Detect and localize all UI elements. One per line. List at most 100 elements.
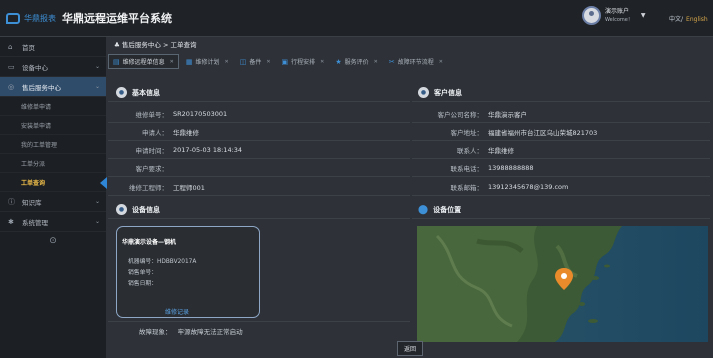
tab-label: 行程安排 [291, 59, 316, 66]
gear-icon: ✱ [8, 217, 14, 226]
field-value: 牢源故障无法正常启动 [177, 328, 243, 336]
device-line-sales-no: 销售单号： [128, 267, 157, 276]
tools-icon: ✂ [388, 57, 395, 66]
app-title: 华鼎远程运维平台系统 [62, 12, 172, 25]
basic-row-customer-request: 客户要求： [108, 159, 173, 176]
home-icon: ♣ [114, 41, 122, 49]
tab-label: 备件 [249, 59, 262, 66]
device-line-serial: 机器编号：HDBBV2017A [128, 256, 196, 265]
tab-itinerary[interactable]: ▣ 行程安排 ✕ [278, 54, 329, 69]
field-value: 工程师001 [173, 183, 205, 192]
device-line-sales-date: 销售日期： [128, 278, 157, 287]
language-switch[interactable]: 中文/English [669, 14, 708, 23]
field-value: HDBBV2017A [157, 259, 197, 265]
tab-repair-plan[interactable]: ▦ 维修计划 ✕ [182, 54, 233, 69]
tab-label: 故障环节流程 [397, 59, 434, 66]
close-icon[interactable]: ✕ [170, 59, 174, 65]
sidebar-item-system[interactable]: ✱ 系统管理 ⌄ [0, 212, 106, 232]
device-icon: ● [116, 204, 127, 215]
divider [108, 321, 410, 322]
avatar[interactable] [582, 6, 601, 25]
divider [108, 176, 410, 177]
field-value: SR20170503001 [173, 109, 228, 118]
fault-row: 故障现象： 牢源故障无法正常启动 [139, 326, 243, 336]
location-map[interactable] [417, 226, 708, 342]
field-label: 故障现象： [139, 328, 172, 336]
device-card-title: 华鼎演示设备—钢机 [122, 239, 177, 246]
close-icon[interactable]: ✕ [266, 59, 270, 65]
back-button[interactable]: 返回 [397, 341, 423, 356]
field-value: 华鼎演示客户 [488, 110, 527, 119]
sidebar-subitem-install-request[interactable]: 安装单申请 [0, 116, 106, 135]
tab-fault-flow[interactable]: ✂ 故障环节流程 ✕ [385, 54, 447, 69]
tab-bar: ▤ 维修远程单信息 ✕ ▦ 维修计划 ✕ ◫ 备件 ✕ ▣ 行程安排 ✕ ★ 服… [108, 54, 447, 69]
divider [108, 195, 410, 196]
satellite-map [417, 226, 708, 342]
field-label: 客户要求： [135, 164, 169, 173]
customer-row-phone: 联系电话： 13988888888 [412, 159, 534, 176]
tab-repair-info[interactable]: ▤ 维修远程单信息 ✕ [108, 54, 179, 69]
field-label: 维修单号： [135, 110, 169, 119]
basic-row-apply-time: 申请时间： 2017-05-03 18:14:34 [108, 141, 243, 158]
field-label: 联系人： [457, 146, 483, 155]
sidebar-item-after-sales[interactable]: ◎ 售后服务中心 ⌄ [0, 77, 106, 97]
close-icon[interactable]: ✕ [224, 59, 228, 65]
home-icon: ⌂ [8, 42, 13, 51]
sidebar-item-label: 设备中心 [22, 63, 48, 72]
customer-row-address: 客户地址： 福建省福州市台江区乌山荣城821703 [412, 123, 598, 140]
divider [412, 101, 710, 102]
info-icon: ⓘ [8, 197, 15, 206]
chevron-down-icon: ⌄ [94, 198, 100, 205]
sidebar-subitem-order-query[interactable]: 工单查询 [0, 173, 107, 192]
logo-subtitle: 华鼎报表 [24, 13, 56, 23]
field-value: 13988888888 [488, 163, 534, 172]
calendar-icon: ▦ [185, 57, 193, 66]
sidebar-item-device-center[interactable]: ▭ 设备中心 ⌄ [0, 57, 106, 77]
info-icon: ● [116, 87, 127, 98]
star-icon: ★ [335, 57, 342, 66]
device-card: 华鼎演示设备—钢机 机器编号：HDBBV2017A 销售单号： 销售日期： 维修… [116, 226, 260, 318]
monitor-icon: ▭ [8, 62, 15, 71]
chevron-down-icon: ⌄ [94, 218, 100, 225]
sidebar-item-home[interactable]: ⌂ 首页 [0, 37, 106, 57]
document-icon: ▤ [113, 57, 120, 66]
field-label: 销售日期： [128, 281, 157, 287]
sidebar-item-label: 系统管理 [22, 218, 48, 227]
device-info-title: 设备信息 [132, 205, 160, 214]
field-label: 联系邮箱： [450, 183, 484, 192]
sidebar-subitem-dispatch[interactable]: 工单分派 [0, 154, 106, 173]
close-icon[interactable]: ✕ [374, 59, 378, 65]
breadcrumb: ♣ 售后服务中心 > 工单查询 [114, 39, 197, 49]
sidebar-subitem-my-orders[interactable]: 我的工单管理 [0, 135, 106, 154]
caret-down-icon[interactable]: ▼ [641, 12, 646, 19]
user-welcome: Welcome！ [605, 16, 633, 23]
device-info-header: ● 设备信息 [116, 201, 160, 218]
top-bar: 华鼎报表 华鼎远程运维平台系统 演示账户 Welcome！ ▼ 中文/Engli… [0, 0, 713, 37]
parts-icon: ◫ [239, 57, 247, 66]
sidebar-item-knowledge[interactable]: ⓘ 知识库 ⌄ [0, 192, 106, 212]
lang-en-link[interactable]: English [686, 16, 708, 23]
field-value: 华鼎维修 [173, 128, 199, 137]
tab-service-rating[interactable]: ★ 服务评价 ✕ [331, 54, 382, 69]
repair-record-link[interactable]: 维修记录 [165, 307, 189, 316]
field-label: 申请人： [142, 128, 168, 137]
sidebar-collapse-button[interactable]: ⊙ [0, 232, 106, 250]
close-icon[interactable]: ✕ [439, 59, 443, 65]
customer-row-email: 联系邮箱： 13912345678@139.com [412, 178, 569, 195]
field-value: 华鼎维修 [488, 146, 514, 155]
tab-spare-parts[interactable]: ◫ 备件 ✕ [236, 54, 275, 69]
globe-icon: ◎ [8, 82, 15, 91]
customer-info-title: 客户信息 [434, 88, 462, 97]
logo: 华鼎报表 华鼎远程运维平台系统 [6, 9, 172, 27]
divider [412, 218, 710, 219]
user-menu[interactable]: 演示账户 Welcome！ ▼ [582, 6, 646, 25]
collapse-icon: ⊙ [49, 236, 57, 246]
field-label: 联系电话： [450, 164, 484, 173]
lang-zh-link[interactable]: 中文 [669, 16, 681, 23]
close-icon[interactable]: ✕ [320, 59, 324, 65]
device-location-title: 设备位置 [433, 205, 462, 214]
sidebar-subitem-repair-request[interactable]: 维修单申请 [0, 97, 106, 116]
location-pin-icon: ⬤ [418, 204, 429, 215]
breadcrumb-text: 售后服务中心 > 工单查询 [121, 41, 197, 49]
field-value: 2017-05-03 18:14:34 [173, 145, 243, 154]
